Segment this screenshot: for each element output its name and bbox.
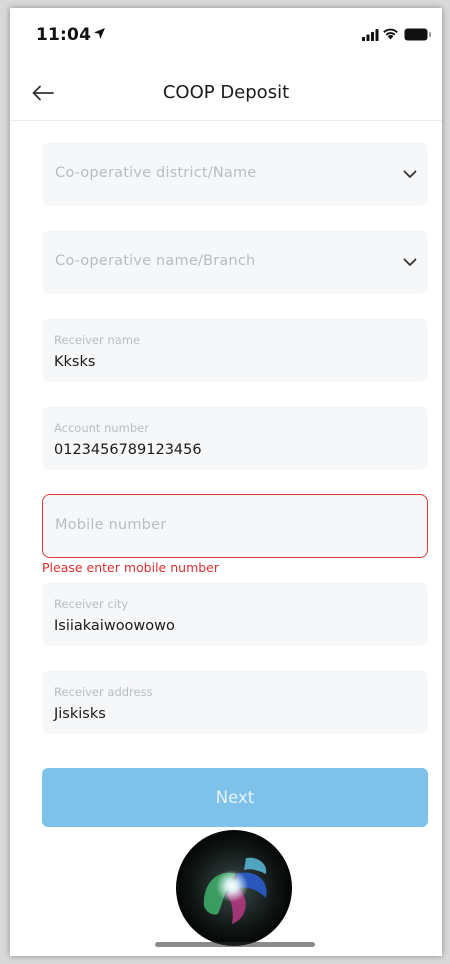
home-indicator <box>155 942 315 947</box>
siri-icon[interactable] <box>174 828 294 948</box>
mobile-number-error: Please enter mobile number <box>42 560 220 575</box>
receiver-address-field[interactable]: Receiver address Jiskisks <box>42 670 428 734</box>
receiver-address-value: Jiskisks <box>54 706 106 722</box>
receiver-city-value: Isiiakaiwoowowo <box>54 618 175 634</box>
nav-divider <box>10 120 442 121</box>
account-number-label: Account number <box>54 421 149 435</box>
receiver-city-label: Receiver city <box>54 597 129 611</box>
status-time: 11:04 <box>36 25 92 45</box>
receiver-name-label: Receiver name <box>54 333 141 347</box>
status-bar: 11:04 <box>10 8 442 54</box>
page-title: COOP Deposit <box>162 82 290 103</box>
receiver-city-field[interactable]: Receiver city Isiiakaiwoowowo <box>42 582 428 646</box>
account-number-field[interactable]: Account number 0123456789123456 <box>42 406 428 470</box>
receiver-name-field[interactable]: Receiver name Kksks <box>42 318 428 382</box>
wifi-icon <box>383 28 398 40</box>
district-placeholder: Co-operative district/Name <box>55 165 257 181</box>
signal-icon <box>362 29 379 41</box>
account-number-value: 0123456789123456 <box>54 442 202 458</box>
mobile-number-placeholder: Mobile number <box>55 517 167 533</box>
battery-icon <box>404 28 431 41</box>
receiver-address-label: Receiver address <box>54 685 153 699</box>
receiver-name-value: Kksks <box>54 354 96 370</box>
chevron-down-icon <box>403 170 417 178</box>
district-select[interactable]: Co-operative district/Name <box>42 142 428 206</box>
nav-bar: COOP Deposit <box>10 70 442 116</box>
branch-placeholder: Co-operative name/Branch <box>55 253 256 269</box>
next-button[interactable]: Next <box>42 768 428 827</box>
chevron-down-icon <box>403 258 417 266</box>
branch-select[interactable]: Co-operative name/Branch <box>42 230 428 294</box>
mobile-number-field[interactable]: Mobile number <box>42 494 428 558</box>
phone-screen: 11:04 COOP Deposit Co-operative district… <box>10 8 442 956</box>
location-arrow-icon <box>94 28 105 39</box>
